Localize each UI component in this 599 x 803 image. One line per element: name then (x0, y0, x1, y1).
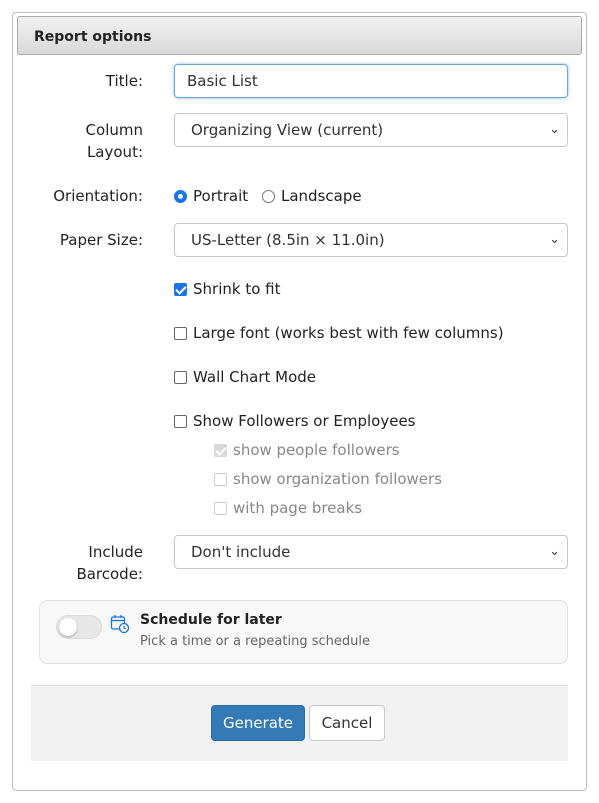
chevron-down-icon: ⌄ (549, 232, 560, 247)
chevron-down-icon: ⌄ (549, 544, 560, 559)
barcode-label-line1: Include (88, 543, 143, 561)
schedule-subtitle: Pick a time or a repeating schedule (140, 634, 370, 649)
paper-size-select[interactable]: US-Letter (8.5in × 11.0in) ⌄ (174, 223, 568, 257)
barcode-value: Don't include (191, 543, 291, 561)
paper-size-label: Paper Size: (59, 231, 143, 249)
show-organization-followers-label: show organization followers (233, 470, 443, 488)
column-layout-label-line2: Layout: (86, 143, 143, 161)
barcode-label-line2: Barcode: (76, 565, 143, 583)
calendar-clock-icon (110, 614, 130, 638)
show-people-followers-checkbox (214, 444, 227, 457)
column-layout-label-line1: Column (85, 121, 143, 139)
column-layout-value: Organizing View (current) (191, 121, 384, 139)
generate-button[interactable]: Generate (211, 705, 305, 741)
chevron-down-icon: ⌄ (549, 122, 560, 137)
report-options-dialog: Report options Title: Basic List Column … (12, 12, 587, 791)
wall-chart-label[interactable]: Wall Chart Mode (193, 367, 316, 387)
column-layout-select[interactable]: Organizing View (current) ⌄ (174, 113, 568, 147)
page-breaks-label: with page breaks (233, 499, 363, 517)
cancel-button[interactable]: Cancel (309, 705, 385, 741)
show-organization-followers-checkbox (214, 473, 227, 486)
landscape-radio[interactable] (262, 190, 275, 203)
paper-size-value: US-Letter (8.5in × 11.0in) (191, 231, 385, 249)
large-font-checkbox[interactable] (174, 327, 187, 340)
title-label: Title: (105, 72, 143, 90)
toggle-knob (59, 618, 77, 636)
landscape-label[interactable]: Landscape (281, 186, 362, 206)
show-followers-checkbox[interactable] (174, 415, 187, 428)
column-layout-label: Column Layout: (23, 119, 143, 163)
dialog-footer: Generate Cancel (31, 685, 568, 761)
schedule-title: Schedule for later (140, 612, 282, 628)
shrink-to-fit-checkbox[interactable] (174, 283, 187, 296)
show-followers-label[interactable]: Show Followers or Employees (193, 411, 416, 431)
barcode-select[interactable]: Don't include ⌄ (174, 535, 568, 569)
large-font-label[interactable]: Large font (works best with few columns) (193, 323, 504, 343)
wall-chart-checkbox[interactable] (174, 371, 187, 384)
page-breaks-checkbox (214, 502, 227, 515)
schedule-toggle[interactable] (56, 615, 102, 639)
orientation-label: Orientation: (53, 187, 143, 205)
show-people-followers-label: show people followers (233, 441, 400, 459)
shrink-to-fit-label[interactable]: Shrink to fit (193, 279, 280, 299)
portrait-label[interactable]: Portrait (193, 186, 248, 206)
title-input[interactable]: Basic List (174, 64, 568, 98)
dialog-title: Report options (17, 16, 582, 55)
schedule-panel: Schedule for later Pick a time or a repe… (39, 600, 568, 664)
portrait-radio[interactable] (174, 190, 187, 203)
barcode-label: Include Barcode: (23, 541, 143, 585)
